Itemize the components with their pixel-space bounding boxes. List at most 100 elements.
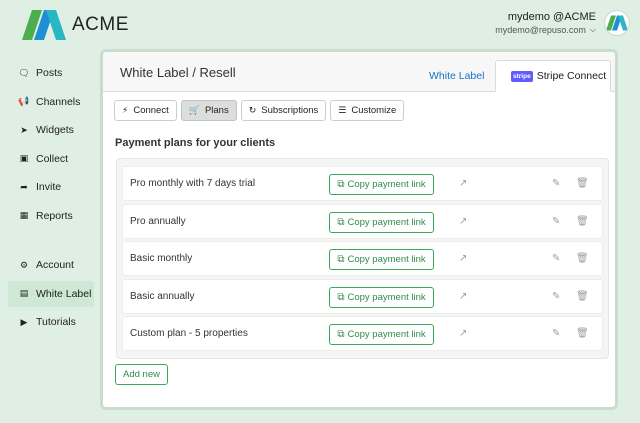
plan-row: Pro annually ⧉ Copy payment link ↗ ✎ 🗑 bbox=[122, 203, 603, 239]
list-icon: ☰ bbox=[338, 105, 347, 115]
white-label-panel: White Label / Resell White Label stripe … bbox=[100, 49, 618, 410]
pencil-icon[interactable]: ✎ bbox=[552, 291, 560, 302]
external-link-icon[interactable]: ↗ bbox=[459, 216, 467, 227]
panel-header: White Label / Resell White Label stripe … bbox=[103, 52, 615, 92]
plug-icon: ⚡ bbox=[122, 105, 129, 115]
plan-name: Basic monthly bbox=[130, 253, 193, 264]
copy-icon: ⧉ bbox=[337, 216, 345, 228]
plan-name: Custom plan - 5 properties bbox=[130, 328, 248, 339]
sidebar-item-collect[interactable]: ▣ Collect bbox=[8, 146, 94, 172]
page-title: White Label / Resell bbox=[120, 65, 236, 80]
button-label: Copy payment link bbox=[347, 329, 426, 340]
button-label: Copy payment link bbox=[347, 291, 426, 303]
plans-list: Pro monthly with 7 days trial ⧉ Copy pay… bbox=[116, 158, 609, 359]
paper-plane-icon: ➦ bbox=[20, 181, 28, 192]
sidebar-item-account[interactable]: ⚙ Account bbox=[8, 252, 94, 278]
button-label: Customize bbox=[351, 105, 397, 116]
acme-logo-icon bbox=[606, 15, 628, 31]
trash-icon[interactable]: 🗑 bbox=[576, 253, 589, 264]
logo-text: ACME bbox=[72, 14, 129, 35]
app-logo[interactable]: ACME bbox=[22, 10, 129, 40]
plan-row: Basic annually ⧉ Copy payment link ↗ ✎ 🗑 bbox=[122, 278, 603, 314]
section-buttons: ⚡ Connect 🛒 Plans ↻ Subscriptions ☰ Cust… bbox=[114, 100, 408, 121]
button-label: Subscriptions bbox=[261, 105, 319, 116]
sidebar-item-posts[interactable]: 🗨 Posts bbox=[8, 60, 94, 86]
plan-name: Pro annually bbox=[130, 215, 186, 227]
button-label: Copy payment link bbox=[347, 179, 426, 190]
copy-icon: ⧉ bbox=[337, 329, 345, 340]
plan-row: Basic monthly ⧉ Copy payment link ↗ ✎ 🗑 bbox=[122, 241, 603, 276]
external-link-icon[interactable]: ↗ bbox=[459, 178, 467, 189]
customize-button[interactable]: ☰ Customize bbox=[330, 100, 405, 121]
button-label: Copy payment link bbox=[347, 254, 426, 265]
add-new-button[interactable]: Add new bbox=[115, 364, 168, 385]
sidebar-item-label: Tutorials bbox=[36, 316, 76, 328]
plan-row: Pro monthly with 7 days trial ⧉ Copy pay… bbox=[122, 166, 603, 201]
acme-logo-icon bbox=[22, 10, 66, 40]
sidebar-item-label: Channels bbox=[36, 95, 81, 108]
video-camera-icon: ▶ bbox=[20, 316, 28, 327]
button-label: Copy payment link bbox=[347, 216, 426, 228]
tab-stripe-connect[interactable]: stripe Stripe Connect bbox=[495, 60, 611, 92]
connect-button[interactable]: ⚡ Connect bbox=[114, 100, 177, 121]
inbox-icon: ▣ bbox=[19, 153, 29, 163]
pencil-icon[interactable]: ✎ bbox=[552, 178, 560, 189]
copy-icon: ⧉ bbox=[337, 179, 345, 190]
tab-white-label[interactable]: White Label bbox=[415, 60, 498, 92]
refresh-icon: ↻ bbox=[248, 105, 257, 115]
plan-row: Custom plan - 5 properties ⧉ Copy paymen… bbox=[122, 316, 603, 351]
copy-payment-link-button[interactable]: ⧉ Copy payment link bbox=[329, 211, 434, 233]
chat-bubble-icon: 🗨 bbox=[18, 67, 30, 78]
tab-label: Stripe Connect bbox=[536, 70, 607, 82]
user-name: mydemo @ACME bbox=[507, 11, 596, 23]
copy-icon: ⧉ bbox=[337, 291, 345, 303]
button-label: Connect bbox=[133, 105, 169, 116]
sidebar-item-label: Collect bbox=[36, 152, 69, 165]
plan-name: Basic annually bbox=[130, 290, 195, 302]
trash-icon[interactable]: 🗑 bbox=[576, 178, 589, 189]
sidebar-item-label: Reports bbox=[36, 209, 73, 222]
rocket-icon: ➤ bbox=[20, 124, 28, 135]
section-title: Payment plans for your clients bbox=[115, 137, 276, 149]
sidebar-item-label: Account bbox=[36, 259, 74, 271]
bar-chart-icon: ▦ bbox=[19, 210, 29, 220]
plan-name: Pro monthly with 7 days trial bbox=[130, 178, 256, 189]
trash-icon[interactable]: 🗑 bbox=[576, 291, 589, 302]
gear-icon: ⚙ bbox=[19, 259, 29, 270]
external-link-icon[interactable]: ↗ bbox=[459, 328, 467, 339]
sidebar-item-label: White Label bbox=[36, 287, 92, 300]
trash-icon[interactable]: 🗑 bbox=[576, 216, 589, 227]
sidebar-item-tutorials[interactable]: ▶ Tutorials bbox=[8, 309, 94, 335]
button-label: Plans bbox=[204, 105, 229, 116]
chevron-down-icon[interactable]: ⌵ bbox=[590, 25, 596, 35]
sidebar-item-label: Widgets bbox=[36, 124, 74, 136]
sidebar-item-widgets[interactable]: ➤ Widgets bbox=[8, 117, 94, 143]
pencil-icon[interactable]: ✎ bbox=[552, 253, 560, 264]
megaphone-icon: 📢 bbox=[18, 96, 30, 106]
copy-payment-link-button[interactable]: ⧉ Copy payment link bbox=[329, 286, 434, 308]
copy-payment-link-button[interactable]: ⧉ Copy payment link bbox=[329, 249, 434, 270]
stripe-logo-icon: stripe bbox=[511, 70, 533, 82]
pencil-icon[interactable]: ✎ bbox=[552, 216, 560, 227]
copy-icon: ⧉ bbox=[337, 254, 345, 265]
credit-card-icon: ▤ bbox=[19, 288, 29, 298]
pencil-icon[interactable]: ✎ bbox=[552, 328, 560, 339]
avatar[interactable] bbox=[604, 10, 630, 36]
sidebar-item-channels[interactable]: 📢 Channels bbox=[8, 89, 94, 115]
sidebar-item-invite[interactable]: ➦ Invite bbox=[8, 174, 94, 200]
copy-payment-link-button[interactable]: ⧉ Copy payment link bbox=[329, 174, 434, 195]
sidebar-item-label: Posts bbox=[36, 67, 63, 79]
sidebar-item-white-label[interactable]: ▤ White Label bbox=[8, 280, 94, 307]
cart-icon: 🛒 bbox=[188, 105, 200, 115]
sidebar: 🗨 Posts 📢 Channels ➤ Widgets ▣ Collect ➦… bbox=[8, 60, 94, 338]
copy-payment-link-button[interactable]: ⧉ Copy payment link bbox=[329, 324, 434, 345]
sidebar-item-reports[interactable]: ▦ Reports bbox=[8, 203, 94, 229]
sidebar-item-label: Invite bbox=[36, 181, 62, 193]
external-link-icon[interactable]: ↗ bbox=[459, 253, 467, 264]
user-email: mydemo@repuso.com bbox=[495, 25, 586, 35]
plans-button[interactable]: 🛒 Plans bbox=[180, 100, 237, 121]
trash-icon[interactable]: 🗑 bbox=[576, 328, 589, 339]
external-link-icon[interactable]: ↗ bbox=[459, 291, 467, 302]
user-menu[interactable]: mydemo @ACME mydemo@repuso.com ⌵ bbox=[495, 10, 630, 36]
subscriptions-button[interactable]: ↻ Subscriptions bbox=[240, 100, 327, 121]
